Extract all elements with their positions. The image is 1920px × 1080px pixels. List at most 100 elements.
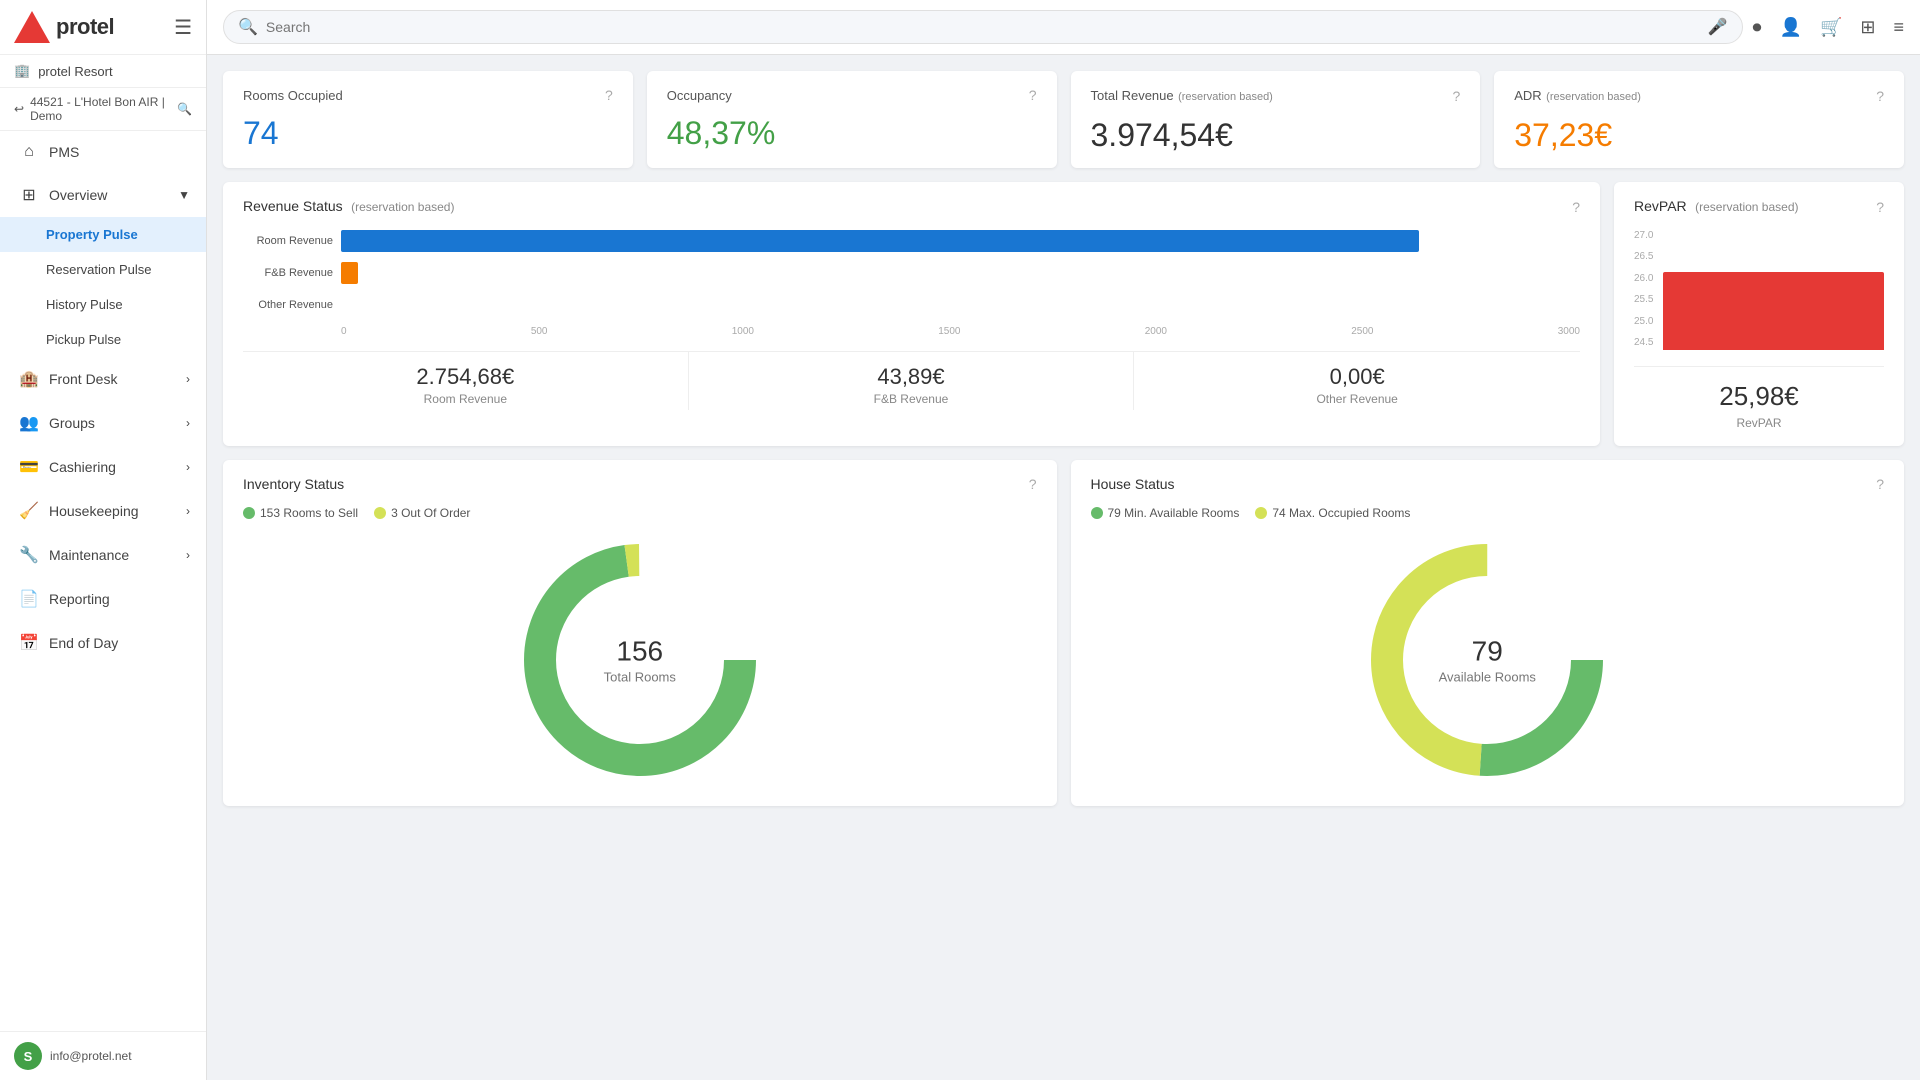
inventory-title: Inventory Status bbox=[243, 476, 344, 492]
stat-title: ADR bbox=[1514, 88, 1541, 103]
sidebar-item-label: Reporting bbox=[49, 591, 110, 607]
rev-stat-label: Other Revenue bbox=[1138, 392, 1576, 406]
stat-value: 3.974,54€ bbox=[1091, 117, 1461, 154]
legend-label: 79 Min. Available Rooms bbox=[1108, 506, 1240, 520]
sidebar-location[interactable]: ↩ 44521 - L'Hotel Bon AIR | Demo 🔍 bbox=[0, 88, 206, 131]
topbar-actions: ⏺ 👤 🛒 ⊞ ≡ bbox=[1753, 17, 1904, 38]
bar-track bbox=[341, 230, 1580, 252]
bar-label: Other Revenue bbox=[243, 299, 333, 311]
x-label: 1000 bbox=[732, 326, 754, 337]
sidebar: protel ☰ 🏢 protel Resort ↩ 44521 - L'Hot… bbox=[0, 0, 207, 1080]
help-icon[interactable]: ? bbox=[1452, 88, 1460, 104]
sidebar-item-groups[interactable]: 👥 Groups › bbox=[0, 401, 206, 445]
legend-item: 74 Max. Occupied Rooms bbox=[1255, 506, 1410, 520]
help-icon[interactable]: ? bbox=[1876, 199, 1884, 215]
rev-stat-value: 2.754,68€ bbox=[247, 364, 684, 390]
sidebar-item-label: PMS bbox=[49, 144, 79, 160]
help-icon[interactable]: ? bbox=[1029, 87, 1037, 103]
sidebar-item-housekeeping[interactable]: 🧹 Housekeeping › bbox=[0, 489, 206, 533]
donut-label: Available Rooms bbox=[1439, 670, 1536, 685]
cart-icon[interactable]: 🛒 bbox=[1820, 17, 1842, 38]
house-status-title: House Status bbox=[1091, 476, 1175, 492]
chevron-right-icon: › bbox=[186, 460, 190, 474]
revenue-status-card: Revenue Status (reservation based) ? Roo… bbox=[223, 182, 1600, 446]
stat-value: 37,23€ bbox=[1514, 117, 1884, 154]
sidebar-item-end-of-day[interactable]: 📅 End of Day bbox=[0, 621, 206, 665]
revpar-title: RevPAR bbox=[1634, 198, 1687, 214]
inventory-donut: 156 Total Rooms bbox=[243, 530, 1037, 790]
sidebar-item-cashiering[interactable]: 💳 Cashiering › bbox=[0, 445, 206, 489]
sidebar-item-reservation-pulse[interactable]: Reservation Pulse bbox=[0, 252, 206, 287]
y-label: 26.5 bbox=[1634, 251, 1653, 262]
stat-card-occupancy: Occupancy ? 48,37% bbox=[647, 71, 1057, 168]
sidebar-property: 🏢 protel Resort bbox=[0, 55, 206, 88]
record-icon[interactable]: ⏺ bbox=[1753, 17, 1762, 38]
x-label: 3000 bbox=[1558, 326, 1580, 337]
avatar: S bbox=[14, 1042, 42, 1070]
stat-card-total-revenue: Total Revenue (reservation based) ? 3.97… bbox=[1071, 71, 1481, 168]
sidebar-footer: S info@protel.net bbox=[0, 1031, 206, 1080]
topbar: 🔍 🎤 ⏺ 👤 🛒 ⊞ ≡ bbox=[207, 0, 1920, 55]
microphone-icon[interactable]: 🎤 bbox=[1708, 17, 1728, 37]
sidebar-item-history-pulse[interactable]: History Pulse bbox=[0, 287, 206, 322]
search-input[interactable] bbox=[266, 19, 1700, 35]
revpar-subtitle: (reservation based) bbox=[1695, 200, 1798, 214]
sidebar-logo: protel ☰ bbox=[0, 0, 206, 55]
legend-dot bbox=[374, 507, 386, 519]
legend-label: 74 Max. Occupied Rooms bbox=[1272, 506, 1410, 520]
home-icon: ⌂ bbox=[19, 143, 39, 161]
stat-title: Total Revenue bbox=[1091, 88, 1174, 103]
donut-center-text: 156 Total Rooms bbox=[604, 636, 676, 685]
bar-row-room-revenue: Room Revenue bbox=[243, 230, 1580, 252]
hamburger-icon[interactable]: ☰ bbox=[174, 15, 192, 40]
legend-item: 153 Rooms to Sell bbox=[243, 506, 358, 520]
stat-value: 48,37% bbox=[667, 115, 1037, 152]
revenue-row: Revenue Status (reservation based) ? Roo… bbox=[223, 182, 1904, 446]
house-status-card: House Status ? 79 Min. Available Rooms 7… bbox=[1071, 460, 1905, 806]
sidebar-nav: ⌂ PMS ⊞ Overview ▼ Property Pulse Reserv… bbox=[0, 131, 206, 1031]
legend-label: 153 Rooms to Sell bbox=[260, 506, 358, 520]
sidebar-item-maintenance[interactable]: 🔧 Maintenance › bbox=[0, 533, 206, 577]
menu-icon[interactable]: ≡ bbox=[1893, 17, 1904, 38]
chevron-right-icon: › bbox=[186, 548, 190, 562]
logo: protel bbox=[14, 11, 114, 43]
user-check-icon[interactable]: 👤 bbox=[1780, 17, 1802, 38]
help-icon[interactable]: ? bbox=[1876, 88, 1884, 104]
donut-number: 156 bbox=[604, 636, 676, 668]
bar-fill-fb bbox=[341, 262, 358, 284]
housekeeping-icon: 🧹 bbox=[19, 501, 39, 521]
bar-row-fb-revenue: F&B Revenue bbox=[243, 262, 1580, 284]
search-location-icon[interactable]: 🔍 bbox=[177, 102, 192, 116]
rev-stat-fb: 43,89€ F&B Revenue bbox=[689, 352, 1135, 410]
location-icon: ↩ bbox=[14, 102, 24, 116]
house-legend: 79 Min. Available Rooms 74 Max. Occupied… bbox=[1091, 506, 1885, 520]
rev-stat-value: 0,00€ bbox=[1138, 364, 1576, 390]
y-label: 26.0 bbox=[1634, 273, 1653, 284]
property-name: protel Resort bbox=[38, 64, 112, 79]
legend-dot bbox=[1255, 507, 1267, 519]
sidebar-item-property-pulse[interactable]: Property Pulse bbox=[0, 217, 206, 252]
footer-email: info@protel.net bbox=[50, 1049, 132, 1063]
groups-icon: 👥 bbox=[19, 413, 39, 433]
sidebar-item-pickup-pulse[interactable]: Pickup Pulse bbox=[0, 322, 206, 357]
help-icon[interactable]: ? bbox=[1876, 476, 1884, 492]
donut-number: 79 bbox=[1439, 636, 1536, 668]
help-icon[interactable]: ? bbox=[605, 87, 613, 103]
revenue-status-subtitle: (reservation based) bbox=[351, 200, 454, 214]
apps-icon[interactable]: ⊞ bbox=[1860, 17, 1875, 38]
help-icon[interactable]: ? bbox=[1572, 199, 1580, 215]
sidebar-item-front-desk[interactable]: 🏨 Front Desk › bbox=[0, 357, 206, 401]
sidebar-item-pms[interactable]: ⌂ PMS bbox=[0, 131, 206, 173]
cashiering-icon: 💳 bbox=[19, 457, 39, 477]
rev-stat-value: 43,89€ bbox=[693, 364, 1130, 390]
bar-track bbox=[341, 262, 1580, 284]
revpar-label: RevPAR bbox=[1634, 416, 1884, 430]
y-label: 27.0 bbox=[1634, 230, 1653, 241]
stat-cards-row: Rooms Occupied ? 74 Occupancy ? 48,37% T… bbox=[223, 71, 1904, 168]
sidebar-item-reporting[interactable]: 📄 Reporting bbox=[0, 577, 206, 621]
stat-subtitle: (reservation based) bbox=[1546, 91, 1641, 103]
help-icon[interactable]: ? bbox=[1029, 476, 1037, 492]
sidebar-item-overview[interactable]: ⊞ Overview ▼ bbox=[0, 173, 206, 217]
revpar-chart: 27.0 26.5 26.0 25.5 25.0 24.5 bbox=[1634, 230, 1884, 350]
rev-stat-label: F&B Revenue bbox=[693, 392, 1130, 406]
